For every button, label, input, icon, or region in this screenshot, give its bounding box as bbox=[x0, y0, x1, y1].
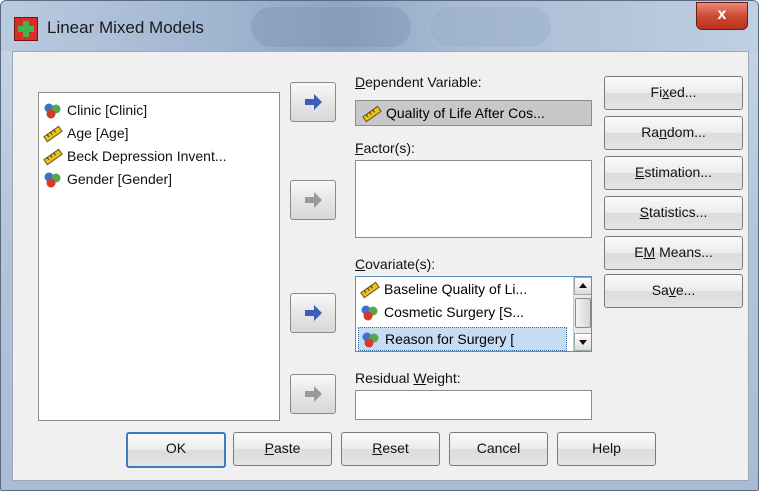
move-to-covariates-button[interactable] bbox=[290, 293, 336, 333]
chevron-down-icon bbox=[579, 340, 587, 345]
scale-icon bbox=[43, 125, 63, 143]
list-item-gender[interactable]: Gender [Gender] bbox=[43, 169, 172, 189]
dependent-variable-field[interactable]: Quality of Life After Cos... bbox=[355, 100, 592, 126]
scroll-down-button[interactable] bbox=[574, 333, 591, 351]
list-item-cosmetic-surgery[interactable]: Cosmetic Surgery [S... bbox=[360, 301, 524, 323]
list-item-label: Cosmetic Surgery [S... bbox=[384, 304, 525, 320]
paste-button[interactable]: Paste bbox=[233, 432, 332, 466]
covariates-scrollbar[interactable] bbox=[573, 277, 591, 351]
ok-button[interactable]: OK bbox=[126, 432, 226, 468]
list-item-label: Reason for Surgery [ bbox=[385, 331, 515, 347]
factors-list[interactable] bbox=[355, 160, 592, 238]
spss-app-icon bbox=[14, 17, 38, 41]
scale-icon bbox=[362, 105, 382, 123]
move-to-dependent-button[interactable] bbox=[290, 82, 336, 122]
random-button[interactable]: Random... bbox=[604, 116, 743, 150]
window-title: Linear Mixed Models bbox=[47, 18, 204, 37]
chevron-up-icon bbox=[579, 283, 587, 288]
scroll-up-button[interactable] bbox=[574, 277, 591, 295]
arrow-right-icon bbox=[305, 305, 322, 321]
dependent-variable-value: Quality of Life After Cos... bbox=[386, 105, 545, 121]
linear-mixed-models-dialog: Linear Mixed Models x Clinic [Clinic] Ag… bbox=[0, 0, 759, 491]
nominal-icon bbox=[43, 102, 63, 120]
title-bar-glass bbox=[251, 7, 411, 47]
factors-label: Factor(s): bbox=[355, 140, 415, 156]
list-item-label: Clinic [Clinic] bbox=[67, 102, 148, 118]
list-item-label: Beck Depression Invent... bbox=[67, 148, 227, 164]
residual-weight-field[interactable] bbox=[355, 390, 592, 420]
em-means-button[interactable]: EM Means... bbox=[604, 236, 743, 270]
save-button[interactable]: Save... bbox=[604, 274, 743, 308]
close-icon: x bbox=[717, 6, 727, 23]
list-item-clinic[interactable]: Clinic [Clinic] bbox=[43, 100, 147, 120]
move-to-residual-weight-button[interactable] bbox=[290, 374, 336, 414]
list-item-beck[interactable]: Beck Depression Invent... bbox=[43, 146, 227, 166]
arrow-right-icon bbox=[305, 192, 322, 208]
covariates-label: Covariate(s): bbox=[355, 256, 436, 272]
scroll-thumb[interactable] bbox=[575, 298, 591, 328]
list-item-age[interactable]: Age [Age] bbox=[43, 123, 129, 143]
estimation-button[interactable]: Estimation... bbox=[604, 156, 743, 190]
dependent-variable-label: Dependent Variable: bbox=[355, 74, 482, 90]
list-item-label: Baseline Quality of Li... bbox=[384, 281, 528, 297]
nominal-icon bbox=[43, 171, 63, 189]
help-button[interactable]: Help bbox=[557, 432, 656, 466]
residual-weight-label: Residual Weight: bbox=[355, 370, 461, 386]
nominal-icon bbox=[360, 304, 380, 322]
list-item-baseline[interactable]: Baseline Quality of Li... bbox=[360, 278, 527, 300]
scale-icon bbox=[360, 281, 380, 299]
list-item-reason-for-surgery[interactable]: Reason for Surgery [ bbox=[358, 327, 567, 351]
list-item-label: Gender [Gender] bbox=[67, 171, 173, 187]
cancel-button[interactable]: Cancel bbox=[449, 432, 548, 466]
statistics-button[interactable]: Statistics... bbox=[604, 196, 743, 230]
reset-button[interactable]: Reset bbox=[341, 432, 440, 466]
source-variable-list[interactable]: Clinic [Clinic] Age [Age] Beck Depressio… bbox=[38, 92, 280, 421]
arrow-right-icon bbox=[305, 386, 322, 402]
list-item-label: Age [Age] bbox=[67, 125, 129, 141]
fixed-button[interactable]: Fixed... bbox=[604, 76, 743, 110]
scale-icon bbox=[43, 148, 63, 166]
arrow-right-icon bbox=[305, 94, 322, 110]
covariates-list[interactable]: Baseline Quality of Li... Cosmetic Surge… bbox=[355, 276, 592, 352]
title-bar[interactable]: Linear Mixed Models x bbox=[1, 1, 758, 51]
title-bar-glass bbox=[431, 7, 551, 47]
dialog-body: Clinic [Clinic] Age [Age] Beck Depressio… bbox=[12, 51, 749, 481]
move-to-factors-button[interactable] bbox=[290, 180, 336, 220]
close-button[interactable]: x bbox=[696, 2, 748, 30]
nominal-icon bbox=[361, 331, 381, 349]
